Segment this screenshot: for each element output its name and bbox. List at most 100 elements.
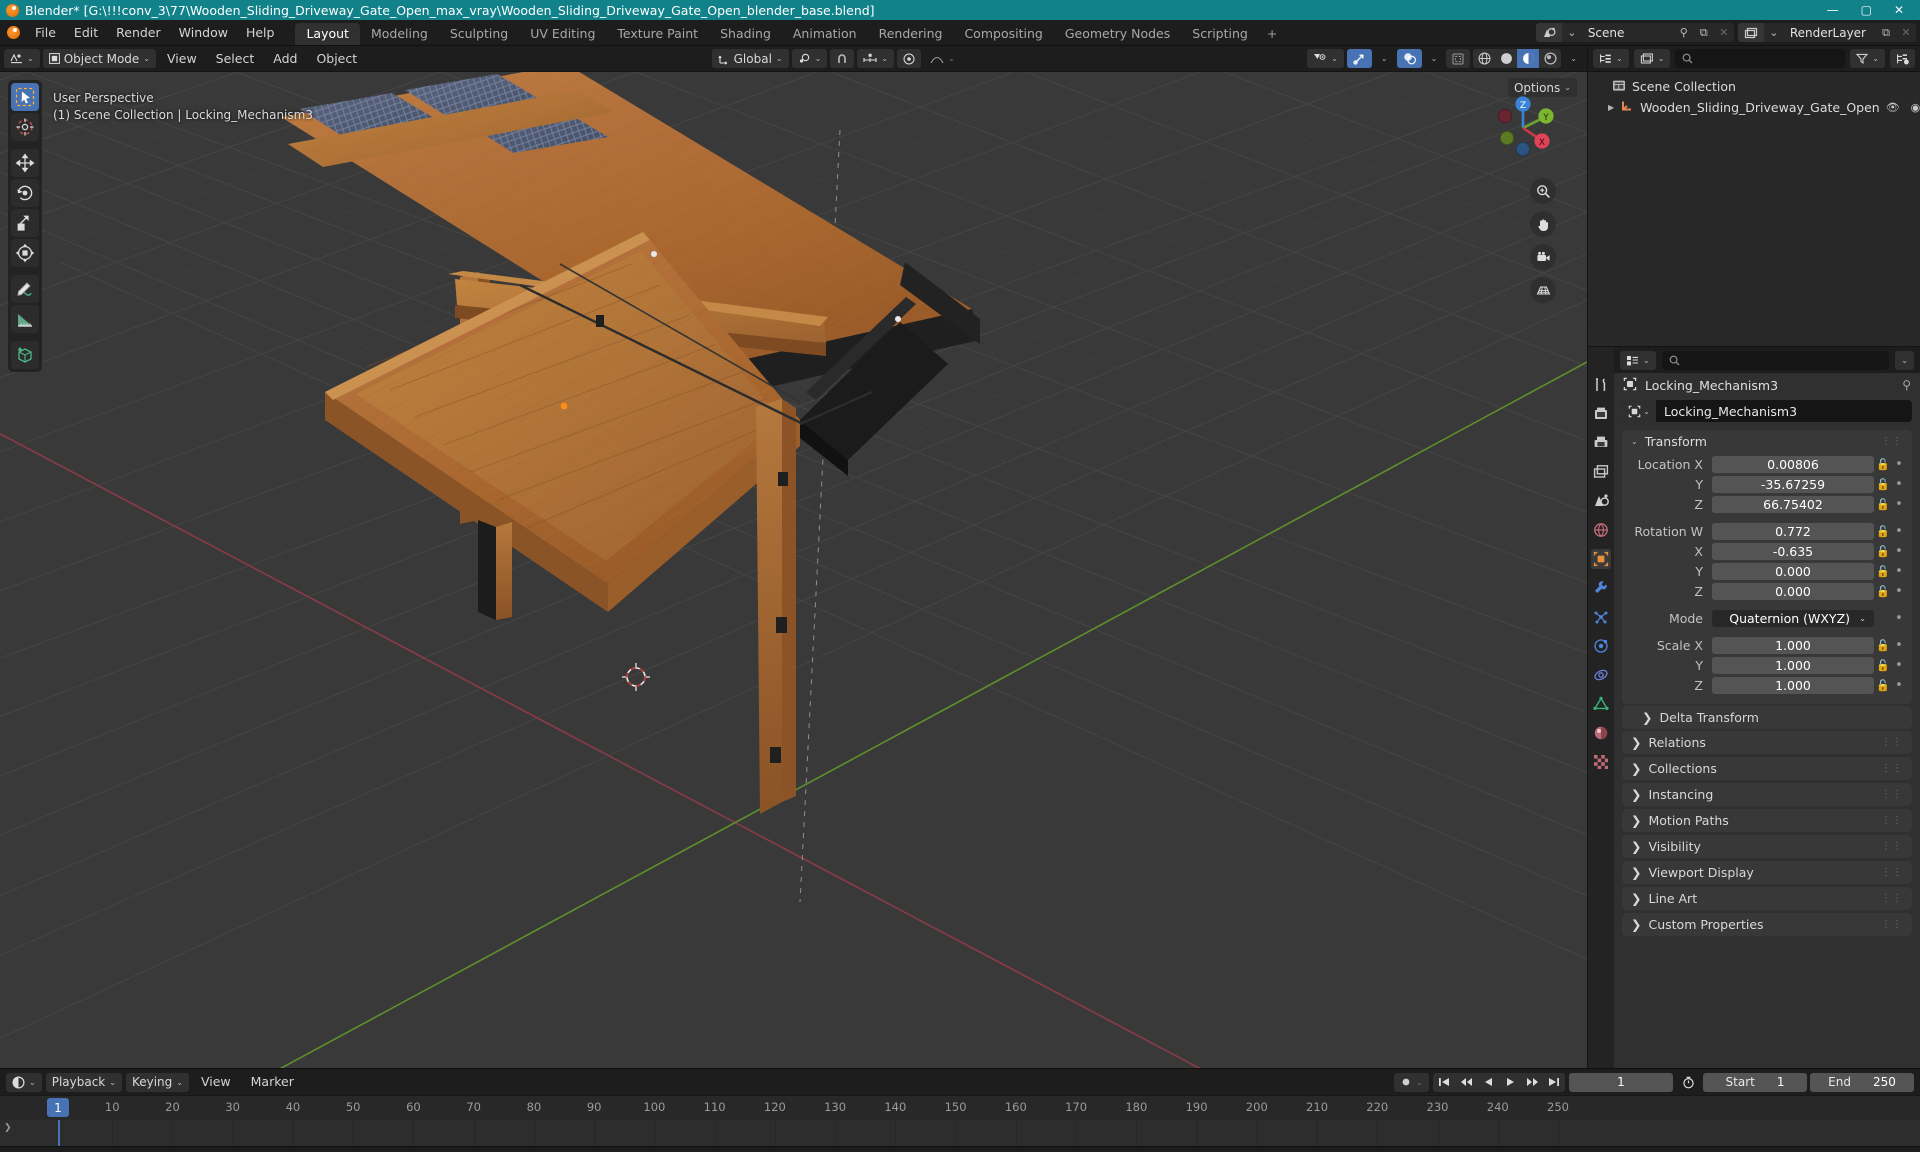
measure-tool[interactable] — [11, 305, 39, 333]
tab-layout[interactable]: Layout — [295, 23, 360, 45]
shading-dropdown-caret[interactable]: ⌄ — [1564, 49, 1583, 68]
show-overlays-toggle[interactable] — [1396, 49, 1422, 68]
snap-settings-selector[interactable]: ⌄ — [857, 49, 895, 68]
scale-x-row[interactable]: Scale X 1.000 🔓 • — [1628, 636, 1906, 654]
chevron-right-icon[interactable]: ❯ — [1631, 865, 1641, 880]
pin-scene-icon[interactable]: ⚲ — [1674, 26, 1694, 39]
properties-editor[interactable]: ⌄ ⌄ Locking_Mechanism3 ⚲ ⌄ Locking_Mecha… — [1587, 346, 1920, 1068]
properties-search-input[interactable] — [1661, 350, 1890, 370]
scale-x-animate-dot[interactable]: • — [1892, 638, 1906, 653]
location-z-row[interactable]: Z 66.75402 🔓 • — [1628, 495, 1906, 513]
scale-y-value[interactable]: 1.000 — [1712, 656, 1874, 674]
texture-icon[interactable] — [1591, 752, 1611, 772]
location-x-row[interactable]: Location X 0.00806 🔓 • — [1628, 455, 1906, 473]
snap-toggle-button[interactable] — [830, 49, 855, 68]
close-button[interactable]: ✕ — [1894, 3, 1904, 17]
rotation-mode-row[interactable]: Mode Quaternion (WXYZ) ⌄ • — [1628, 609, 1906, 627]
viewport-canvas[interactable]: User Perspective (1) Scene Collection | … — [0, 72, 1587, 1068]
transform-tool[interactable] — [11, 239, 39, 267]
move-tool[interactable] — [11, 149, 39, 177]
object-name-input[interactable] — [1656, 403, 1912, 419]
3d-viewport[interactable]: ⌄ Object Mode ⌄ View Select Add Object G… — [0, 46, 1587, 1068]
view-layer-icon[interactable] — [1591, 462, 1611, 482]
rotate-tool[interactable] — [11, 179, 39, 207]
grid-ortho-icon[interactable] — [1530, 277, 1556, 303]
rotation-y-value[interactable]: 0.000 — [1712, 562, 1874, 580]
tab-uv-editing[interactable]: UV Editing — [519, 23, 606, 45]
prev-keyframe-icon[interactable] — [1455, 1073, 1477, 1092]
xray-toggle[interactable] — [1446, 49, 1471, 68]
object-icon[interactable] — [1591, 549, 1611, 569]
rotation-w-animate-dot[interactable]: • — [1892, 524, 1906, 539]
show-gizmo-toggle[interactable] — [1346, 49, 1372, 68]
playback-transport[interactable] — [1433, 1072, 1565, 1092]
chevron-right-icon[interactable]: ❯ — [1631, 813, 1641, 828]
rotation-z-value[interactable]: 0.000 — [1712, 582, 1874, 600]
chevron-right-icon[interactable]: ❯ — [1631, 917, 1641, 932]
scale-x-value[interactable]: 1.000 — [1712, 636, 1874, 654]
scale-z-animate-dot[interactable]: • — [1892, 678, 1906, 693]
visibility-eye-icon[interactable]: 👁 — [1886, 101, 1900, 114]
jump-end-icon[interactable] — [1543, 1073, 1565, 1092]
zoom-icon[interactable] — [1530, 178, 1556, 204]
line-art-panel[interactable]: ❯ Line Art ⋮⋮ — [1622, 887, 1912, 910]
add-cube-tool[interactable] — [11, 341, 39, 369]
collections-panel[interactable]: ❯ Collections ⋮⋮ — [1622, 757, 1912, 780]
rotation-w-lock-icon[interactable]: 🔓 — [1874, 525, 1892, 538]
editor-type-selector[interactable]: ⌄ — [4, 49, 40, 68]
menu-help[interactable]: Help — [237, 20, 284, 46]
rotation-mode-animate-dot[interactable]: • — [1892, 611, 1906, 626]
motion-paths-panel[interactable]: ❯ Motion Paths ⋮⋮ — [1622, 809, 1912, 832]
scale-x-lock-icon[interactable]: 🔓 — [1874, 639, 1892, 652]
location-x-value[interactable]: 0.00806 — [1712, 455, 1874, 473]
render-visibility-icon[interactable]: ◉ — [1911, 101, 1920, 114]
filter-icon[interactable]: ⌄ — [1850, 49, 1885, 68]
tab-modeling[interactable]: Modeling — [360, 23, 439, 45]
chevron-right-icon[interactable]: ❯ — [1631, 735, 1641, 750]
relations-panel[interactable]: ❯ Relations ⋮⋮ — [1622, 731, 1912, 754]
panel-drag-dots[interactable]: ⋮⋮ — [1881, 841, 1903, 852]
scale-tool[interactable] — [11, 209, 39, 237]
world-icon[interactable] — [1591, 520, 1611, 540]
object-mode-selector[interactable]: Object Mode ⌄ — [42, 49, 156, 68]
viewlayer-dropdown-caret[interactable]: ⌄ — [1764, 26, 1784, 39]
location-y-lock-icon[interactable]: 🔓 — [1874, 478, 1892, 491]
location-z-lock-icon[interactable]: 🔓 — [1874, 498, 1892, 511]
end-frame-field[interactable]: End 250 — [1810, 1072, 1914, 1092]
outliner-editor-type-button[interactable]: ⌄ — [1593, 49, 1629, 68]
outliner-display-mode-icon[interactable]: ⌄ — [1633, 49, 1671, 68]
new-scene-button[interactable]: ⧉ — [1694, 26, 1714, 40]
timeline-menu-marker[interactable]: Marker — [243, 1069, 302, 1095]
cursor-tool[interactable] — [11, 113, 39, 141]
viewport-visibility-selector[interactable]: ⌄ — [1307, 49, 1344, 68]
constraints-icon[interactable] — [1591, 665, 1611, 685]
properties-editor-type-button[interactable]: ⌄ — [1620, 350, 1656, 370]
gizmo-dropdown-caret[interactable]: ⌄ — [1375, 49, 1394, 68]
location-y-value[interactable]: -35.67259 — [1712, 475, 1874, 493]
viewlayer-name[interactable]: RenderLayer — [1784, 26, 1876, 40]
pin-id-icon[interactable]: ⚲ — [1902, 378, 1911, 392]
particles-icon[interactable] — [1591, 607, 1611, 627]
timeline-ruler[interactable]: 10 20 30 40 50 60 70 80 90 100 110 120 130 140 150 160 1… — [0, 1095, 1920, 1120]
location-x-animate-dot[interactable]: • — [1892, 457, 1906, 472]
frame-controls[interactable]: 1 Start 1 End 250 — [1569, 1072, 1914, 1092]
pivot-point-selector[interactable]: ⌄ — [791, 49, 828, 68]
panel-drag-dots[interactable]: ⋮⋮ — [1881, 919, 1903, 930]
rotation-y-lock-icon[interactable]: 🔓 — [1874, 565, 1892, 578]
shading-wireframe-button[interactable] — [1473, 49, 1495, 68]
start-frame-field[interactable]: Start 1 — [1703, 1072, 1807, 1092]
shading-rendered-button[interactable] — [1539, 49, 1561, 68]
panel-drag-dots[interactable]: ⋮⋮ — [1881, 737, 1903, 748]
chevron-right-icon[interactable]: ❯ — [1631, 787, 1641, 802]
timeline-editor[interactable]: ⌄ Playback ⌄ Keying ⌄ View Marker ⌄ 1 St… — [0, 1068, 1920, 1146]
custom-properties-panel[interactable]: ❯ Custom Properties ⋮⋮ — [1622, 913, 1912, 936]
tab-texture-paint[interactable]: Texture Paint — [606, 23, 709, 45]
tweak-select-tool[interactable] — [11, 83, 39, 111]
tab-shading[interactable]: Shading — [709, 23, 782, 45]
object-name-field[interactable]: ⌄ — [1622, 400, 1912, 422]
scale-z-row[interactable]: Z 1.000 🔓 • — [1628, 676, 1906, 694]
scale-z-lock-icon[interactable]: 🔓 — [1874, 679, 1892, 692]
scene-dropdown-caret[interactable]: ⌄ — [1562, 26, 1582, 39]
rotation-x-animate-dot[interactable]: • — [1892, 544, 1906, 559]
annotate-tool[interactable] — [11, 275, 39, 303]
